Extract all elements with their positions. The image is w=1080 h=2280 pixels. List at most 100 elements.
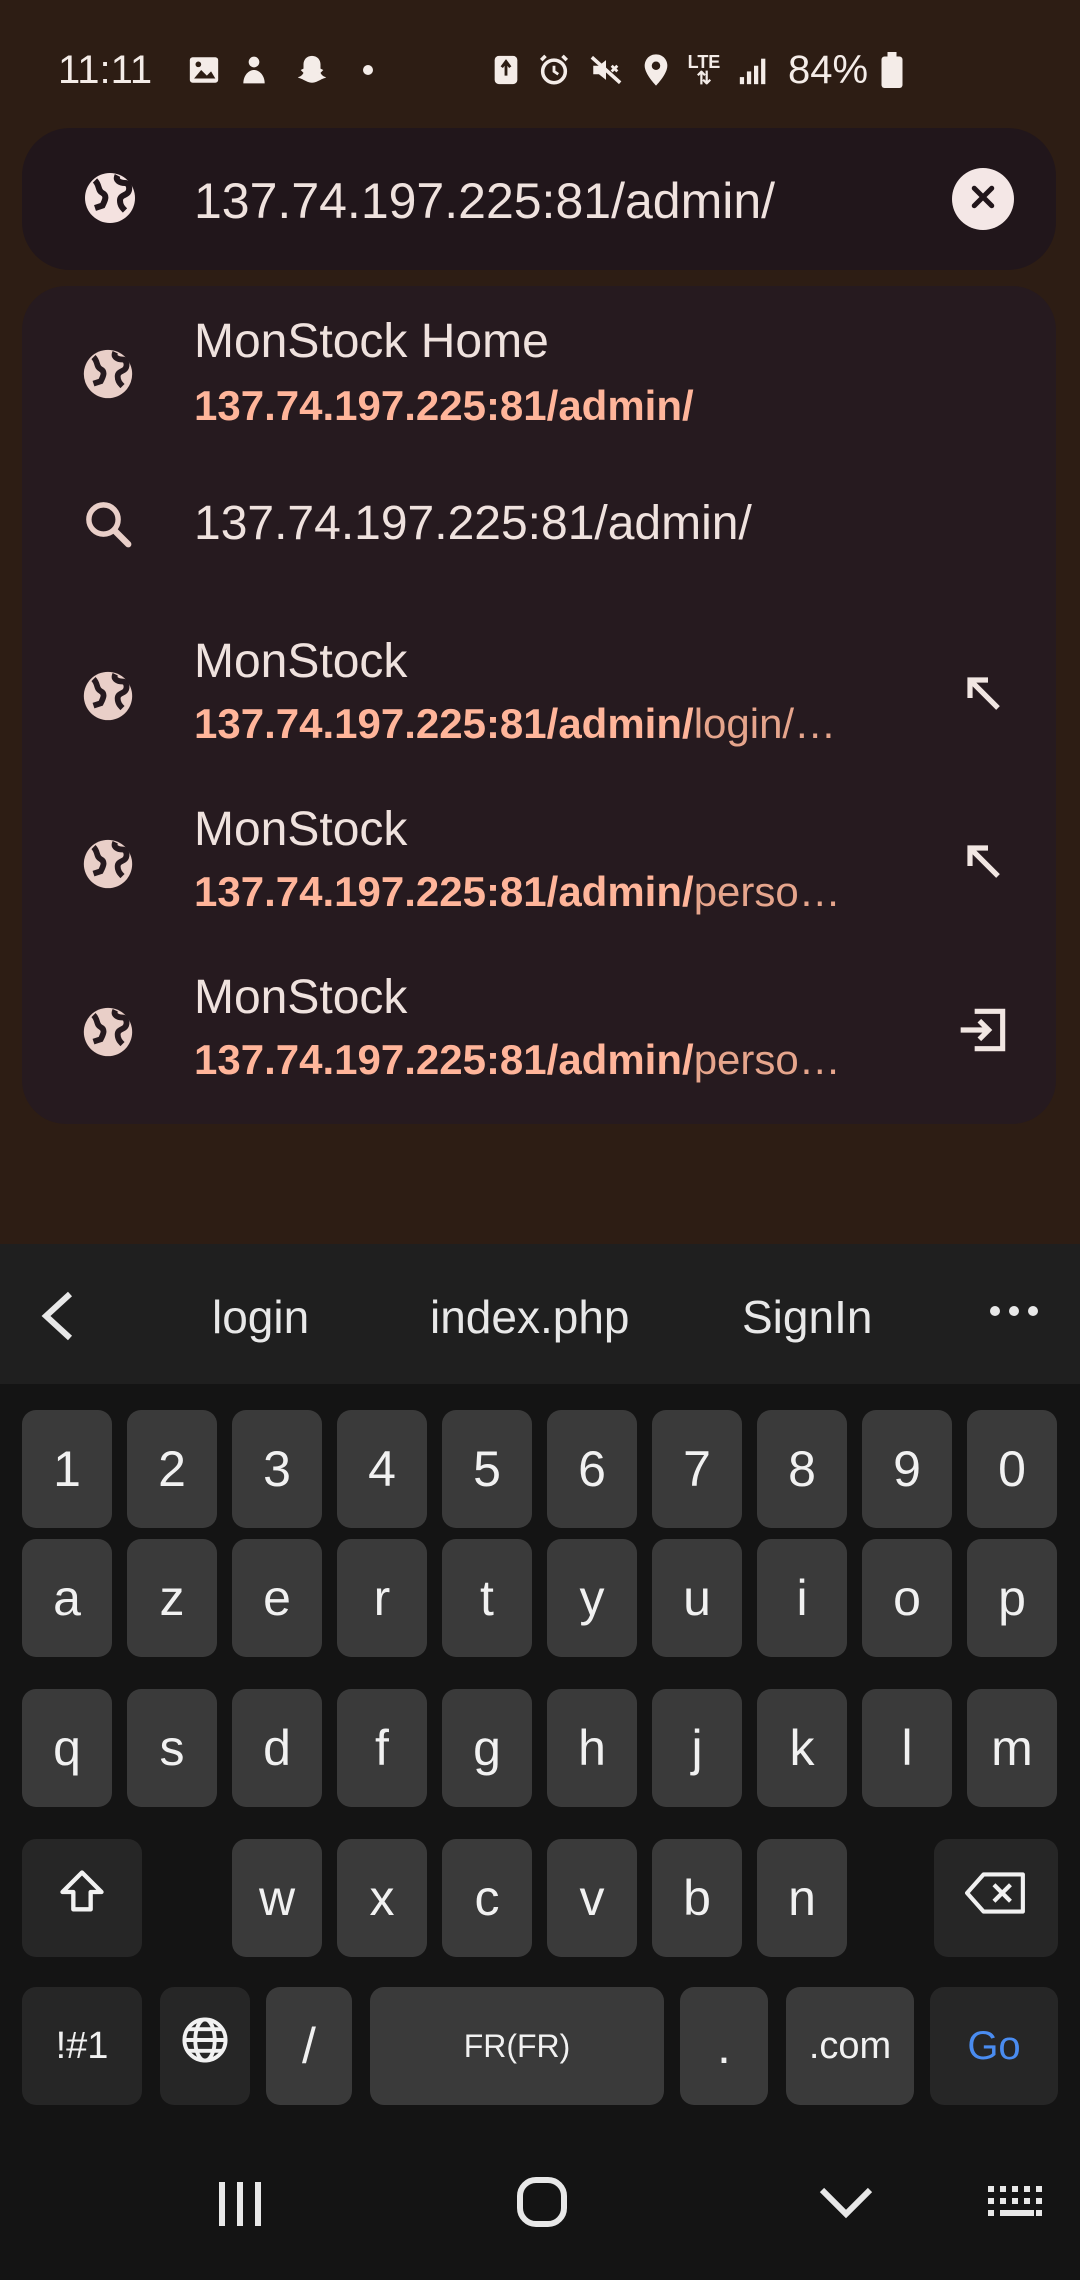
key-r[interactable]: r	[337, 1539, 427, 1657]
key-8[interactable]: 8	[757, 1410, 847, 1528]
backspace-key[interactable]	[934, 1839, 1058, 1957]
key-u[interactable]: u	[652, 1539, 742, 1657]
key-i[interactable]: i	[757, 1539, 847, 1657]
slash-key[interactable]: /	[266, 1987, 352, 2105]
chevron-left-icon[interactable]	[40, 1290, 76, 1347]
lte-icon: LTE ⇅	[687, 52, 721, 88]
shift-icon	[56, 1866, 108, 1930]
key-q[interactable]: q	[22, 1689, 112, 1807]
symbols-key[interactable]: !#1	[22, 1987, 142, 2105]
signal-icon	[736, 52, 772, 88]
suggestion-url: 137.74.197.225:81/admin/perso…	[194, 1036, 841, 1083]
globe-icon	[76, 1000, 140, 1064]
language-key[interactable]	[160, 1987, 250, 2105]
keyboard-suggestion[interactable]: login	[212, 1290, 309, 1344]
chevron-down-icon[interactable]	[818, 2186, 874, 2225]
key-b[interactable]: b	[652, 1839, 742, 1957]
alarm-icon	[536, 52, 572, 88]
suggestion-title: MonStock Home	[194, 315, 549, 368]
battery-icon	[874, 52, 910, 88]
status-bar: 11:11 LTE ⇅ 84%	[0, 0, 1080, 130]
dotcom-key[interactable]: .com	[786, 1987, 914, 2105]
key-6[interactable]: 6	[547, 1410, 637, 1528]
key-a[interactable]: a	[22, 1539, 112, 1657]
key-c[interactable]: c	[442, 1839, 532, 1957]
fill-arrow-icon[interactable]	[952, 830, 1016, 894]
key-x[interactable]: x	[337, 1839, 427, 1957]
recent-apps-icon[interactable]	[214, 2178, 266, 2235]
key-t[interactable]: t	[442, 1539, 532, 1657]
globe-icon	[76, 664, 140, 728]
fill-arrow-icon[interactable]	[952, 662, 1016, 726]
home-icon[interactable]	[514, 2174, 570, 2235]
key-m[interactable]: m	[967, 1689, 1057, 1807]
key-3[interactable]: 3	[232, 1410, 322, 1528]
more-icon[interactable]	[988, 1304, 1040, 1323]
address-bar[interactable]: 137.74.197.225:81/admin/	[22, 128, 1056, 270]
suggestion-url: 137.74.197.225:81/admin/perso…	[194, 868, 841, 915]
suggestion-item[interactable]: MonStock 137.74.197.225:81/admin/perso…	[22, 971, 1056, 1126]
suggestion-url: 137.74.197.225:81/admin/	[194, 382, 694, 429]
key-f[interactable]: f	[337, 1689, 427, 1807]
gallery-icon	[186, 52, 222, 88]
backspace-icon	[965, 1869, 1027, 1927]
suggestion-title: MonStock	[194, 971, 408, 1024]
key-k[interactable]: k	[757, 1689, 847, 1807]
key-d[interactable]: d	[232, 1689, 322, 1807]
globe-icon	[76, 832, 140, 896]
key-e[interactable]: e	[232, 1539, 322, 1657]
key-n[interactable]: n	[757, 1839, 847, 1957]
key-j[interactable]: j	[652, 1689, 742, 1807]
battery-percent: 84%	[788, 48, 869, 92]
go-key[interactable]: Go	[930, 1987, 1058, 2105]
key-p[interactable]: p	[967, 1539, 1057, 1657]
search-suggestion-item[interactable]: 137.74.197.225:81/admin/	[22, 454, 1056, 604]
period-key[interactable]: .	[680, 1987, 768, 2105]
key-1[interactable]: 1	[22, 1410, 112, 1528]
keyboard-suggestion[interactable]: SignIn	[742, 1290, 872, 1344]
suggestion-title: MonStock	[194, 635, 408, 688]
dot-icon	[350, 52, 386, 88]
suggestion-url: 137.74.197.225:81/admin/login/…	[194, 700, 837, 747]
key-h[interactable]: h	[547, 1689, 637, 1807]
suggestion-item[interactable]: MonStock 137.74.197.225:81/admin/perso…	[22, 803, 1056, 958]
key-5[interactable]: 5	[442, 1410, 532, 1528]
key-s[interactable]: s	[127, 1689, 217, 1807]
app-icon	[236, 52, 272, 88]
key-o[interactable]: o	[862, 1539, 952, 1657]
keyboard: 1234567890 azertyuiop qsdfghjklm wxcvbn …	[0, 1384, 1080, 2120]
suggestion-item[interactable]: MonStock Home 137.74.197.225:81/admin/	[22, 304, 1056, 454]
recycle-icon	[488, 52, 524, 88]
location-icon	[638, 52, 674, 88]
key-z[interactable]: z	[127, 1539, 217, 1657]
space-key[interactable]: FR(FR)	[370, 1987, 664, 2105]
suggestion-item[interactable]: MonStock 137.74.197.225:81/admin/login/…	[22, 635, 1056, 790]
url-input[interactable]: 137.74.197.225:81/admin/	[194, 172, 775, 230]
keyboard-suggestion-bar: login index.php SignIn	[0, 1244, 1080, 1384]
search-icon	[76, 492, 140, 556]
globe-icon	[80, 168, 140, 228]
key-y[interactable]: y	[547, 1539, 637, 1657]
switch-to-tab-icon[interactable]	[952, 998, 1016, 1062]
close-icon	[968, 182, 998, 217]
key-0[interactable]: 0	[967, 1410, 1057, 1528]
key-v[interactable]: v	[547, 1839, 637, 1957]
keyboard-icon[interactable]	[986, 2184, 1046, 2229]
globe-icon	[76, 342, 140, 406]
clear-url-button[interactable]	[952, 168, 1014, 230]
globe-icon	[179, 2014, 231, 2078]
suggestion-title: 137.74.197.225:81/admin/	[194, 497, 752, 550]
navigation-bar	[0, 2120, 1080, 2280]
shift-key[interactable]	[22, 1839, 142, 1957]
keyboard-suggestion[interactable]: index.php	[430, 1290, 630, 1344]
key-7[interactable]: 7	[652, 1410, 742, 1528]
key-2[interactable]: 2	[127, 1410, 217, 1528]
key-w[interactable]: w	[232, 1839, 322, 1957]
snapchat-icon	[294, 52, 330, 88]
key-l[interactable]: l	[862, 1689, 952, 1807]
suggestion-title: MonStock	[194, 803, 408, 856]
key-9[interactable]: 9	[862, 1410, 952, 1528]
key-4[interactable]: 4	[337, 1410, 427, 1528]
key-g[interactable]: g	[442, 1689, 532, 1807]
suggestions-panel: MonStock Home 137.74.197.225:81/admin/ 1…	[22, 286, 1056, 1124]
